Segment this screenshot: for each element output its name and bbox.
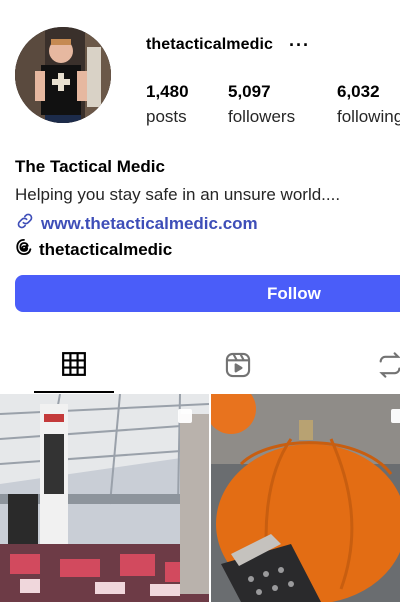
carousel-icon — [177, 408, 193, 424]
link-icon — [15, 211, 35, 236]
stat-posts[interactable]: 1,480 posts — [146, 82, 189, 127]
profile-tabs — [0, 343, 400, 393]
stat-following[interactable]: 6,032 following — [337, 82, 400, 127]
following-count: 6,032 — [337, 82, 380, 101]
reels-icon — [224, 351, 252, 384]
profile-bio: Helping you stay safe in an unsure world… — [15, 185, 341, 204]
tagged-icon — [376, 351, 400, 384]
post-image — [0, 394, 209, 602]
threads-icon — [15, 238, 33, 261]
followers-count: 5,097 — [228, 82, 271, 101]
post-tile[interactable] — [0, 394, 209, 602]
more-options-button[interactable]: ··· — [289, 36, 310, 54]
threads-row[interactable]: thetacticalmedic — [15, 238, 172, 261]
following-label: following — [337, 107, 400, 126]
profile-full-name: The Tactical Medic — [15, 157, 165, 176]
threads-handle: thetacticalmedic — [39, 239, 173, 259]
stat-followers[interactable]: 5,097 followers — [228, 82, 295, 127]
post-tile[interactable] — [211, 394, 400, 602]
profile-avatar[interactable] — [15, 27, 111, 123]
carousel-icon — [390, 408, 400, 424]
avatar-photo — [15, 27, 111, 123]
tab-posts-grid[interactable] — [34, 343, 114, 393]
profile-website-link[interactable]: www.thetacticalmedic.com — [41, 214, 258, 234]
profile-link-row[interactable]: www.thetacticalmedic.com — [15, 211, 258, 236]
tab-tagged[interactable] — [370, 343, 400, 393]
grid-icon — [61, 351, 87, 382]
followers-label: followers — [228, 107, 296, 126]
posts-label: posts — [146, 107, 187, 126]
follow-button[interactable]: Follow — [15, 275, 400, 312]
profile-username: thetacticalmedic — [146, 36, 273, 53]
posts-count: 1,480 — [146, 82, 189, 101]
post-image — [211, 394, 400, 602]
posts-grid — [0, 394, 400, 602]
tab-reels[interactable] — [198, 343, 278, 393]
